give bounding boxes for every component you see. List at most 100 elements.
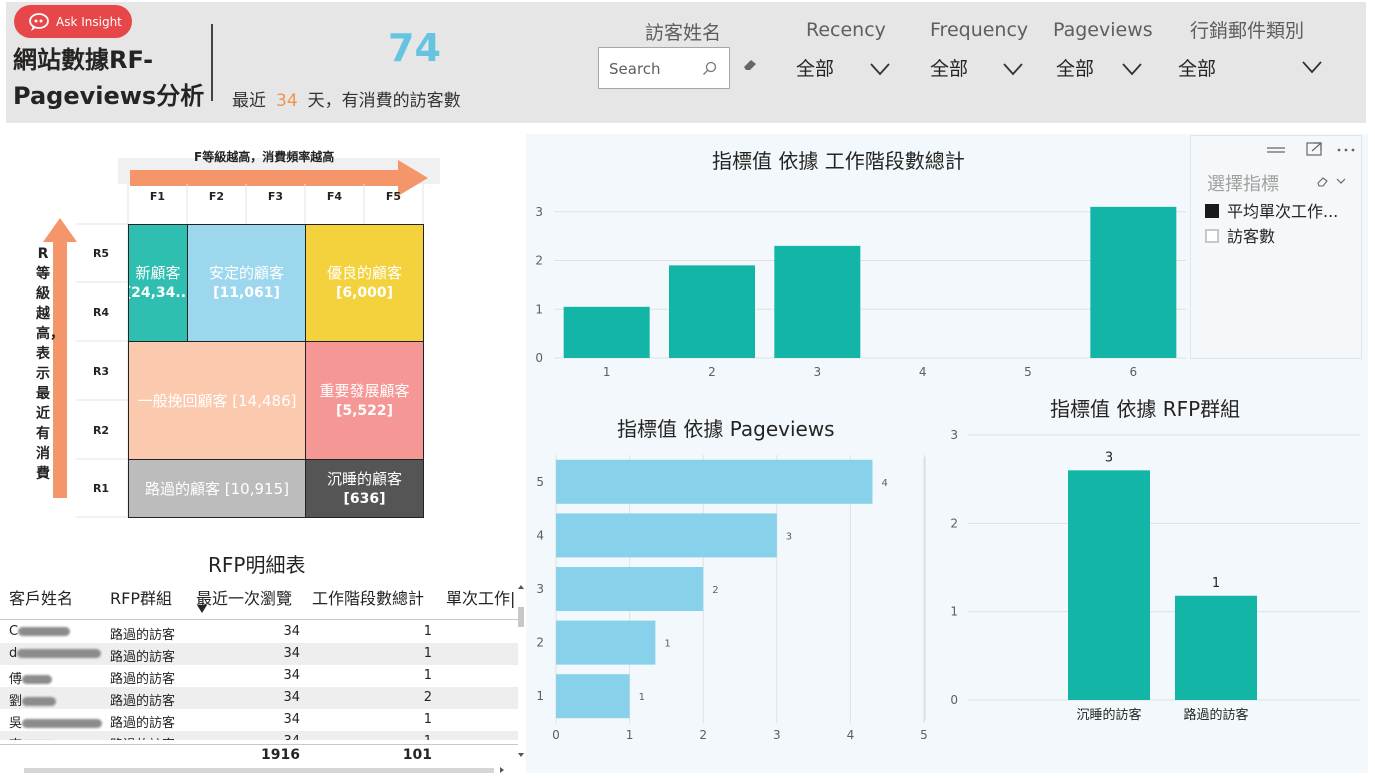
segment-stable-customer[interactable]: 安定的顧客 [11,061] xyxy=(187,224,306,342)
visitor-name-label: 訪客姓名 xyxy=(645,22,722,44)
x-tick-label: 3 xyxy=(773,728,781,742)
th-customer-name[interactable]: 客戶姓名 xyxy=(9,585,73,609)
f-arrow-shaft xyxy=(130,170,398,186)
table-horizontal-scrollbar[interactable] xyxy=(0,765,518,775)
cell-sessions: 1 xyxy=(423,668,432,683)
col-f3: F3 xyxy=(267,190,284,203)
data-label: 4 xyxy=(881,478,887,489)
email-type-label: 行銷郵件類別 xyxy=(1190,20,1305,42)
cell-sessions: 2 xyxy=(423,690,432,705)
cell-last-visit: 34 xyxy=(250,734,300,740)
total-sessions: 101 xyxy=(402,747,432,763)
bar xyxy=(556,620,656,665)
col-f1: F1 xyxy=(149,190,166,203)
legend-item-visitors[interactable]: 訪客數 xyxy=(1205,223,1275,247)
data-label: 2 xyxy=(712,585,718,596)
x-tick-label: 5 xyxy=(920,728,928,742)
chart-sessions[interactable]: 0 1 2 3 1 2 3 4 5 6 xyxy=(526,190,1190,390)
th-avg-session[interactable]: 單次工作| xyxy=(446,585,516,609)
x-tick-label: 2 xyxy=(708,365,716,379)
legend-item-label: 訪客數 xyxy=(1227,227,1276,246)
pageviews-label: Pageviews xyxy=(1053,19,1153,41)
bar xyxy=(1175,595,1257,700)
segment-name: 優良的顧客 xyxy=(326,264,402,282)
segment-develop-customer[interactable]: 重要發展顧客 [5,522] xyxy=(305,341,424,460)
th-rfp-group[interactable]: RFP群組 xyxy=(110,585,172,609)
pageviews-dropdown[interactable]: 全部 xyxy=(1056,54,1156,90)
more-options-icon xyxy=(1337,148,1355,152)
chart1-title: 指標值 依據 工作階段數總計 xyxy=(712,149,965,173)
segment-good-customer[interactable]: 優良的顧客 [6,000] xyxy=(305,224,424,342)
cell-rfp-group: 路過的訪客 xyxy=(110,628,176,643)
cell-last-visit: 34 xyxy=(283,690,300,705)
table-row[interactable]: d 路過的訪客 34 1 xyxy=(0,643,518,665)
y-tick-label: 0 xyxy=(950,693,958,707)
table-row[interactable]: 傅 路過的訪客 34 1 xyxy=(0,665,518,687)
cell-last-visit: 34 xyxy=(283,712,300,727)
recency-dropdown[interactable]: 全部 xyxy=(796,54,896,90)
segment-name: 重要發展顧客 xyxy=(319,381,410,400)
segment-dormant-customer[interactable]: 沉睡的顧客 [636] xyxy=(305,459,424,518)
legend-controls[interactable] xyxy=(1317,176,1349,188)
r-arrow-head xyxy=(43,218,77,242)
cell-sessions: 1 xyxy=(423,712,432,727)
redacted-blur xyxy=(17,649,102,658)
redacted-blur xyxy=(22,697,57,706)
segment-winback-customer[interactable]: 一般挽回顧客 [14,486] xyxy=(128,341,306,460)
table-row[interactable]: 劉 路過的訪客 34 2 xyxy=(0,687,518,709)
cell-customer-name: C xyxy=(9,624,71,639)
search-placeholder: Search xyxy=(609,60,661,78)
segment-passing-customer[interactable]: 路過的顧客 [10,915] xyxy=(128,459,306,518)
row-r2: R2 xyxy=(92,424,110,437)
bar xyxy=(556,513,777,558)
table-row[interactable]: C 路過的訪客 34 1 xyxy=(0,621,518,643)
x-tick-label: 沉睡的訪客 xyxy=(1076,707,1141,723)
y-tick-label: 0 xyxy=(535,351,543,365)
email-type-dropdown[interactable]: 全部 xyxy=(1178,54,1328,90)
chevron-down-icon xyxy=(1336,178,1346,184)
table-vertical-scrollbar[interactable] xyxy=(516,583,526,761)
cell-rfp-group: 路過的訪客 xyxy=(110,650,176,665)
data-label: 1 xyxy=(664,639,670,650)
y-tick-label: 3 xyxy=(536,582,544,596)
cell-rfp-group: 路過的訪客 xyxy=(110,734,175,740)
search-input[interactable]: Search xyxy=(598,47,730,89)
f-arrow-label: F等級越高，消費頻率越高 xyxy=(194,150,335,164)
chart-rfp-group[interactable]: 0 1 2 3 3 沉睡的訪客 1 路過的訪客 xyxy=(940,420,1365,730)
segment-name: 路過的顧客 [10,915] xyxy=(145,479,289,498)
cell-customer-name: d xyxy=(9,646,102,661)
legend-panel: 選擇指標 平均單次工作... 訪客數 xyxy=(1190,135,1362,359)
table-row[interactable]: 李 路過的訪客 34 1 xyxy=(0,731,518,740)
redacted-blur xyxy=(18,627,71,636)
segment-count: [24,34... xyxy=(128,285,188,301)
chart2-title: 指標值 依據 Pageviews xyxy=(617,417,835,441)
cell-sessions: 1 xyxy=(423,624,432,639)
segment-new-customer[interactable]: 新顧客 [24,34... xyxy=(128,224,188,342)
eraser-icon[interactable] xyxy=(743,59,757,71)
r-arrow-label: R等級越高，表示最近有消費 xyxy=(36,246,64,482)
legend-item-avg-session[interactable]: 平均單次工作... xyxy=(1205,198,1338,222)
frequency-dropdown[interactable]: 全部 xyxy=(930,54,1030,90)
th-last-visit[interactable]: 最近一次瀏覽 xyxy=(196,585,292,609)
x-tick-label: 0 xyxy=(552,728,560,742)
row-r4: R4 xyxy=(92,306,110,319)
data-label: 1 xyxy=(1212,576,1220,591)
bar xyxy=(774,245,861,358)
col-f5: F5 xyxy=(385,190,402,203)
col-f2: F2 xyxy=(208,190,225,203)
sort-desc-icon[interactable] xyxy=(197,605,207,613)
chart-pageviews[interactable]: 0 1 2 3 4 5 4 5 3 4 2 3 1 2 1 1 xyxy=(526,445,946,750)
cell-last-visit: 34 xyxy=(283,668,300,683)
total-last-visit: 1916 xyxy=(261,747,300,763)
segment-count: [6,000] xyxy=(335,285,394,301)
table-row[interactable]: 吳路過的訪客 34 1 xyxy=(0,709,518,731)
focus-mode-icon xyxy=(1267,147,1285,153)
cell-last-visit: 34 xyxy=(283,624,300,639)
th-sessions-total[interactable]: 工作階段數總計 xyxy=(312,585,424,609)
bar xyxy=(556,567,704,611)
totals-divider xyxy=(0,744,518,745)
visual-header-icons xyxy=(1267,142,1355,156)
cell-sessions: 1 xyxy=(423,646,432,661)
segment-count: [5,522] xyxy=(335,402,394,419)
x-tick-label: 6 xyxy=(1130,365,1138,379)
